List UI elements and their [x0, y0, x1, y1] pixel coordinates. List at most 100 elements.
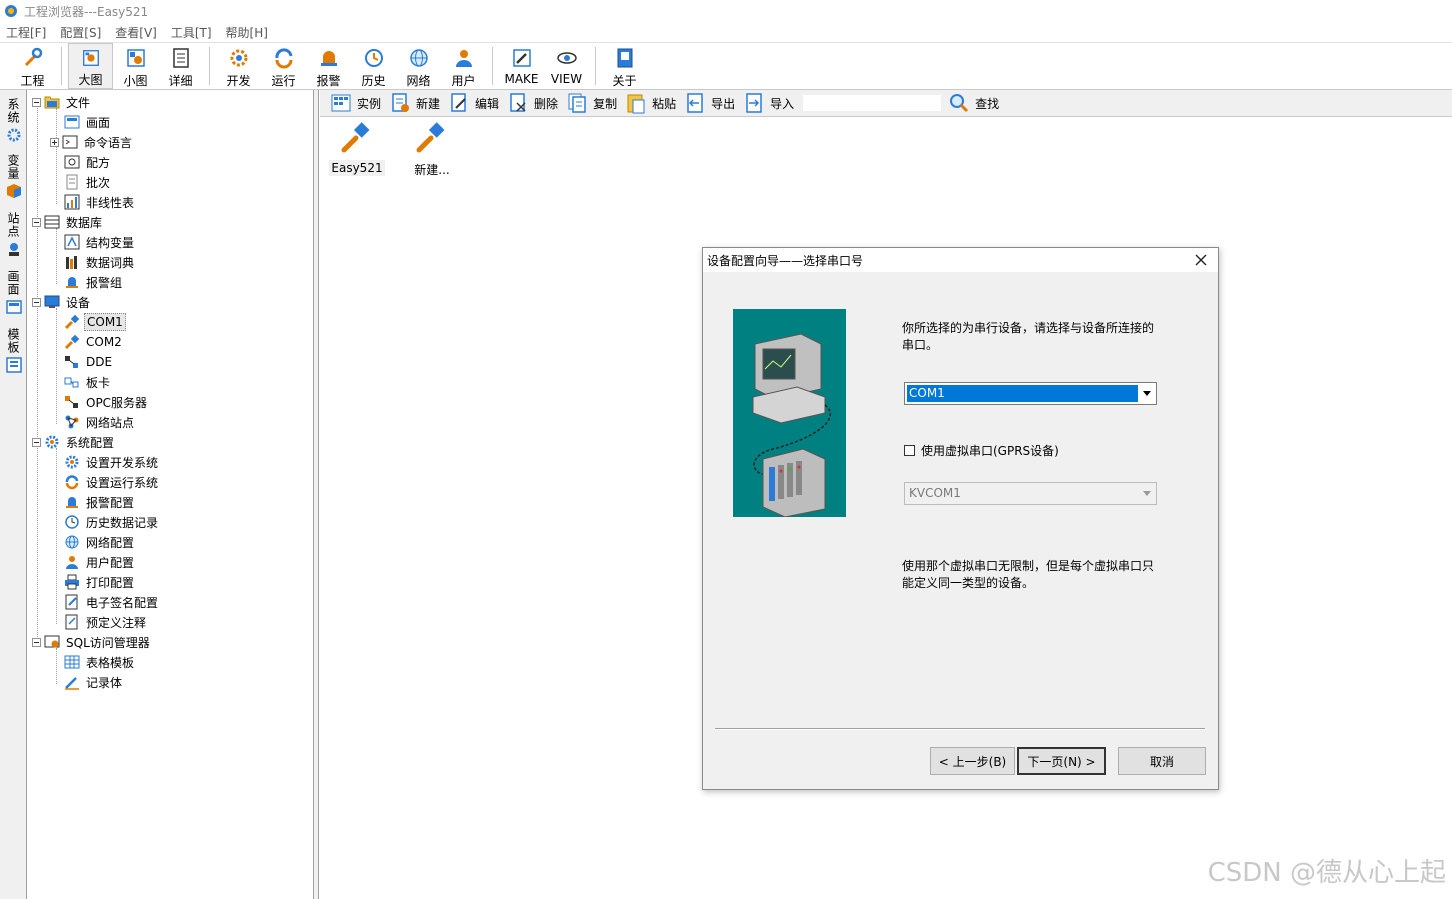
menu-view[interactable]: 查看[V]: [115, 24, 157, 41]
import-button[interactable]: 导入: [743, 92, 794, 114]
instance-grid-icon: [331, 94, 351, 112]
board-icon: [64, 377, 79, 388]
virtual-com-checkbox[interactable]: [904, 445, 915, 456]
tree-node-screen[interactable]: 画面: [64, 112, 112, 132]
next-button[interactable]: 下一页(N) >: [1017, 747, 1106, 775]
tree-node-sysconfig[interactable]: 系统配置: [32, 432, 116, 452]
collapse-toggle[interactable]: [32, 297, 41, 307]
user-icon: [455, 50, 472, 67]
tree-node-dev-sys[interactable]: 设置开发系统: [64, 452, 160, 472]
bell-icon: [320, 51, 337, 66]
collapse-toggle[interactable]: [32, 437, 41, 447]
tree-node-record[interactable]: 记录体: [64, 672, 124, 692]
tree-node-sql[interactable]: SQL访问管理器: [32, 632, 152, 652]
tree-node-com1[interactable]: COM1: [64, 312, 126, 332]
copy-button[interactable]: 复制: [566, 92, 617, 114]
menu-tools[interactable]: 工具[T]: [171, 24, 212, 41]
alarm-button[interactable]: 报警: [306, 43, 351, 89]
about-button[interactable]: 关于: [602, 43, 647, 89]
gear-icon: [7, 128, 20, 142]
tree-node-dde[interactable]: DDE: [64, 352, 114, 372]
tree-node-table-tpl[interactable]: 表格模板: [64, 652, 136, 672]
tree-node-com2[interactable]: COM2: [64, 332, 124, 352]
user-button[interactable]: 用户: [441, 43, 486, 89]
new-button[interactable]: 新建: [389, 92, 440, 114]
tree-node-esign-cfg[interactable]: 电子签名配置: [64, 592, 160, 612]
tree-node-opc[interactable]: OPC服务器: [64, 392, 149, 412]
make-button[interactable]: MAKE: [499, 43, 544, 89]
tree-node-net-station[interactable]: 网络站点: [64, 412, 136, 432]
tree-node-database[interactable]: 数据库: [32, 212, 104, 232]
tree-node-print-cfg[interactable]: 打印配置: [64, 572, 136, 592]
tab-templates[interactable]: 模板: [3, 328, 24, 373]
serial-plug-icon: [416, 122, 445, 153]
project-button[interactable]: 工程: [10, 43, 55, 89]
table-icon: [64, 655, 80, 669]
run-button[interactable]: 运行: [261, 43, 306, 89]
view-button[interactable]: VIEW: [544, 43, 589, 89]
tree-node-batch[interactable]: 批次: [64, 172, 112, 192]
monitor-icon: [44, 295, 60, 308]
panel-splitter[interactable]: [314, 90, 319, 899]
small-icon-view-icon: [126, 49, 145, 67]
tree-node-devices[interactable]: 设备: [32, 292, 92, 312]
tree-node-predef-comment[interactable]: 预定义注释: [64, 612, 148, 632]
com-port-select[interactable]: COM1: [904, 382, 1157, 405]
collapse-toggle[interactable]: [32, 217, 41, 227]
network-button[interactable]: 网络: [396, 43, 441, 89]
history-button[interactable]: 历史: [351, 43, 396, 89]
export-button[interactable]: 导出: [684, 92, 735, 114]
tab-variables[interactable]: 变量: [3, 154, 24, 199]
prev-button[interactable]: < 上一步(B): [930, 747, 1015, 775]
wrench-icon: [24, 47, 42, 67]
tree-node-file[interactable]: 文件: [32, 92, 92, 112]
detail-button[interactable]: 详细: [158, 43, 203, 89]
collapse-toggle[interactable]: [32, 97, 41, 107]
small-icon-button[interactable]: 小图: [113, 43, 158, 89]
tab-system[interactable]: 系统: [3, 98, 24, 143]
cancel-button[interactable]: 取消: [1118, 747, 1206, 775]
device-item-new[interactable]: 新建...: [402, 120, 462, 179]
menu-project[interactable]: 工程[F]: [6, 24, 46, 41]
device-config-wizard-dialog: 设备配置向导——选择串口号 你所选择的为串行设备，请选择与设备所连接的串口。 C…: [702, 247, 1219, 790]
collapse-toggle[interactable]: [32, 637, 41, 647]
tree-node-recipe[interactable]: 配方: [64, 152, 112, 172]
virtual-com-checkbox-row[interactable]: 使用虚拟串口(GPRS设备): [904, 442, 1059, 459]
device-item-easy521[interactable]: Easy521: [327, 120, 387, 176]
struct-icon: [64, 234, 80, 250]
instance-button[interactable]: 实例: [330, 92, 381, 114]
menu-help[interactable]: 帮助[H]: [226, 24, 268, 41]
paste-button[interactable]: 粘贴: [625, 92, 676, 114]
tree-node-alarm-cfg[interactable]: 报警配置: [64, 492, 136, 512]
tree-node-struct-var[interactable]: 结构变量: [64, 232, 136, 252]
menu-config[interactable]: 配置[S]: [60, 24, 101, 41]
delete-button[interactable]: 删除: [507, 92, 558, 114]
virtual-com-select: KVCOM1: [904, 482, 1157, 505]
tree-node-user-cfg[interactable]: 用户配置: [64, 552, 136, 572]
develop-button[interactable]: 开发: [216, 43, 261, 89]
tree-node-run-sys[interactable]: 设置运行系统: [64, 472, 160, 492]
large-icon-button[interactable]: 大图: [68, 43, 113, 89]
tree-node-net-cfg[interactable]: 网络配置: [64, 532, 136, 552]
tab-screens[interactable]: 画面: [3, 270, 24, 315]
tree-node-alarm-group[interactable]: 报警组: [64, 272, 124, 292]
folder-icon: [44, 96, 60, 109]
clock-icon: [65, 515, 79, 529]
tree-node-data-dict[interactable]: 数据词典: [64, 252, 136, 272]
content-toolbar: 实例 新建 编辑 删除 复制 粘贴 导出 导入 查找: [320, 90, 1452, 117]
station-icon: [8, 243, 19, 256]
expand-toggle[interactable]: [50, 137, 59, 147]
tree-node-command[interactable]: 命令语言: [50, 132, 134, 152]
close-icon[interactable]: [1192, 251, 1210, 269]
search-input[interactable]: [802, 94, 943, 112]
tree-node-board[interactable]: 板卡: [64, 372, 112, 392]
tab-stations[interactable]: 站点: [3, 212, 24, 257]
tree-node-hist-cfg[interactable]: 历史数据记录: [64, 512, 160, 532]
signature-icon: [65, 594, 78, 610]
edit-button[interactable]: 编辑: [448, 92, 499, 114]
chevron-down-icon[interactable]: [1139, 384, 1155, 403]
tree-node-nonlinear[interactable]: 非线性表: [64, 192, 136, 212]
network-node-icon: [65, 415, 79, 429]
plug-icon: [64, 334, 80, 350]
find-button[interactable]: 查找: [948, 92, 999, 114]
